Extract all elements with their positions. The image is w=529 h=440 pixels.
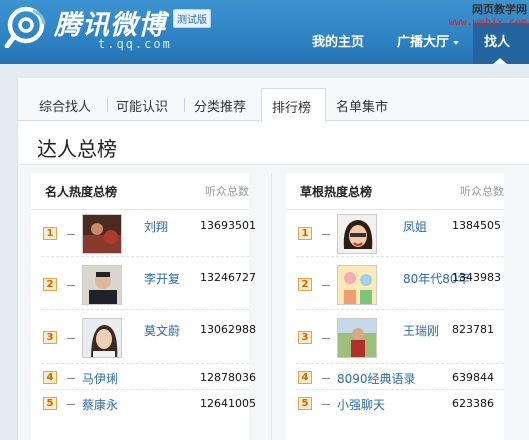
list-item: 1 刘翔 13693501 — [31, 210, 256, 257]
follower-count: 623386 — [452, 397, 494, 410]
list-item: 5 蔡康永 12641005 — [31, 390, 256, 416]
user-name-link[interactable]: 王瑞刚 — [403, 322, 439, 339]
nav-find-people[interactable]: 找人 — [484, 31, 510, 50]
rank-trend-icon — [67, 234, 75, 235]
site-watermark: 网页教学网 www.webjx.com — [448, 3, 527, 28]
tab-category[interactable]: 分类推荐 — [194, 96, 246, 115]
tab-divider — [107, 98, 108, 112]
column-sub-label: 听众总数 — [205, 185, 249, 198]
rank-badge: 2 — [43, 278, 57, 291]
user-name-link[interactable]: 马伊琍 — [82, 370, 118, 387]
user-name-link[interactable]: 蔡康永 — [82, 396, 118, 413]
rank-badge: 2 — [298, 278, 312, 291]
tab-general-search[interactable]: 综合找人 — [39, 96, 91, 115]
top-header: 腾讯微博 测试版 t.qq.com 我的主页 广播大厅 找人 网页教学网 www… — [0, 0, 529, 64]
list-item: 4 8090经典语录 639844 — [286, 364, 504, 390]
follower-count: 13693501 — [200, 219, 256, 232]
chevron-down-icon — [453, 40, 460, 45]
column-title: 草根热度总榜 — [300, 185, 373, 199]
weibo-logo-icon[interactable] — [3, 2, 49, 48]
rank-badge: 5 — [43, 397, 57, 410]
tab-list-market[interactable]: 名单集市 — [336, 96, 388, 115]
user-name-link[interactable]: 李开复 — [144, 270, 180, 287]
celebrity-ranking-list: 名人热度总榜 听众总数 1 刘翔 13693501 2 李开复 13246727… — [31, 173, 256, 440]
rank-badge: 1 — [298, 227, 312, 240]
rank-trend-icon — [67, 338, 75, 339]
rank-badge: 5 — [298, 397, 312, 410]
follower-count: 12878036 — [200, 371, 256, 384]
tab-bar: 综合找人 可能认识 分类推荐 排行榜 名单集市 — [18, 78, 529, 122]
nav-broadcast-hall[interactable]: 广播大厅 — [397, 31, 460, 50]
list-item: 2 80年代80年 1343983 — [286, 257, 504, 310]
rank-trend-icon — [67, 285, 75, 286]
follower-count: 12641005 — [200, 397, 256, 410]
list-item: 2 李开复 13246727 — [31, 257, 256, 310]
list-item: 5 小强聊天 623386 — [286, 390, 504, 416]
rank-trend-icon — [67, 404, 75, 405]
follower-count: 1343983 — [452, 271, 501, 284]
rank-trend-icon — [67, 378, 75, 379]
avatar[interactable] — [82, 265, 122, 305]
avatar[interactable] — [82, 318, 122, 358]
follower-count: 823781 — [452, 323, 494, 336]
page-title: 达人总榜 — [37, 137, 117, 161]
avatar[interactable] — [337, 214, 377, 254]
rank-badge: 1 — [43, 227, 57, 240]
column-divider — [271, 173, 272, 440]
rank-trend-icon — [322, 378, 330, 379]
tab-divider — [184, 98, 185, 112]
list-item: 4 马伊琍 12878036 — [31, 364, 256, 390]
rank-badge: 4 — [298, 371, 312, 384]
tab-may-know[interactable]: 可能认识 — [116, 96, 168, 115]
beta-badge: 测试版 — [173, 9, 211, 28]
avatar[interactable] — [82, 214, 122, 254]
brand-url: t.qq.com — [98, 37, 172, 51]
follower-count: 1384505 — [452, 219, 501, 232]
list-item: 3 莫文蔚 13062988 — [31, 310, 256, 364]
rank-trend-icon — [322, 285, 330, 286]
nav-my-home[interactable]: 我的主页 — [312, 31, 364, 50]
list-item: 3 王瑞刚 823781 — [286, 310, 504, 364]
user-name-link[interactable]: 莫文蔚 — [144, 322, 180, 339]
follower-count: 639844 — [452, 371, 494, 384]
grassroots-ranking-list: 草根热度总榜 听众总数 1 凤姐 1384505 2 80年代80年 13439… — [286, 173, 504, 440]
rank-trend-icon — [322, 234, 330, 235]
rank-trend-icon — [322, 338, 330, 339]
column-sub-label: 听众总数 — [460, 185, 504, 198]
rank-badge: 4 — [43, 371, 57, 384]
content-area: 综合找人 可能认识 分类推荐 排行榜 名单集市 达人总榜 名人热度总榜 听众总数… — [0, 64, 529, 440]
follower-count: 13246727 — [200, 271, 256, 284]
rank-badge: 3 — [43, 331, 57, 344]
user-name-link[interactable]: 刘翔 — [144, 218, 168, 235]
rank-badge: 3 — [298, 331, 312, 344]
list-item: 1 凤姐 1384505 — [286, 210, 504, 257]
follower-count: 13062988 — [200, 323, 256, 336]
column-title: 名人热度总榜 — [45, 185, 118, 199]
user-name-link[interactable]: 小强聊天 — [337, 396, 385, 413]
tab-ranking[interactable]: 排行榜 — [261, 88, 326, 122]
avatar[interactable] — [337, 265, 377, 305]
main-panel: 综合找人 可能认识 分类推荐 排行榜 名单集市 达人总榜 名人热度总榜 听众总数… — [17, 78, 529, 440]
avatar[interactable] — [337, 318, 377, 358]
user-name-link[interactable]: 8090经典语录 — [337, 370, 416, 387]
user-name-link[interactable]: 凤姐 — [403, 218, 427, 235]
rank-trend-icon — [322, 404, 330, 405]
